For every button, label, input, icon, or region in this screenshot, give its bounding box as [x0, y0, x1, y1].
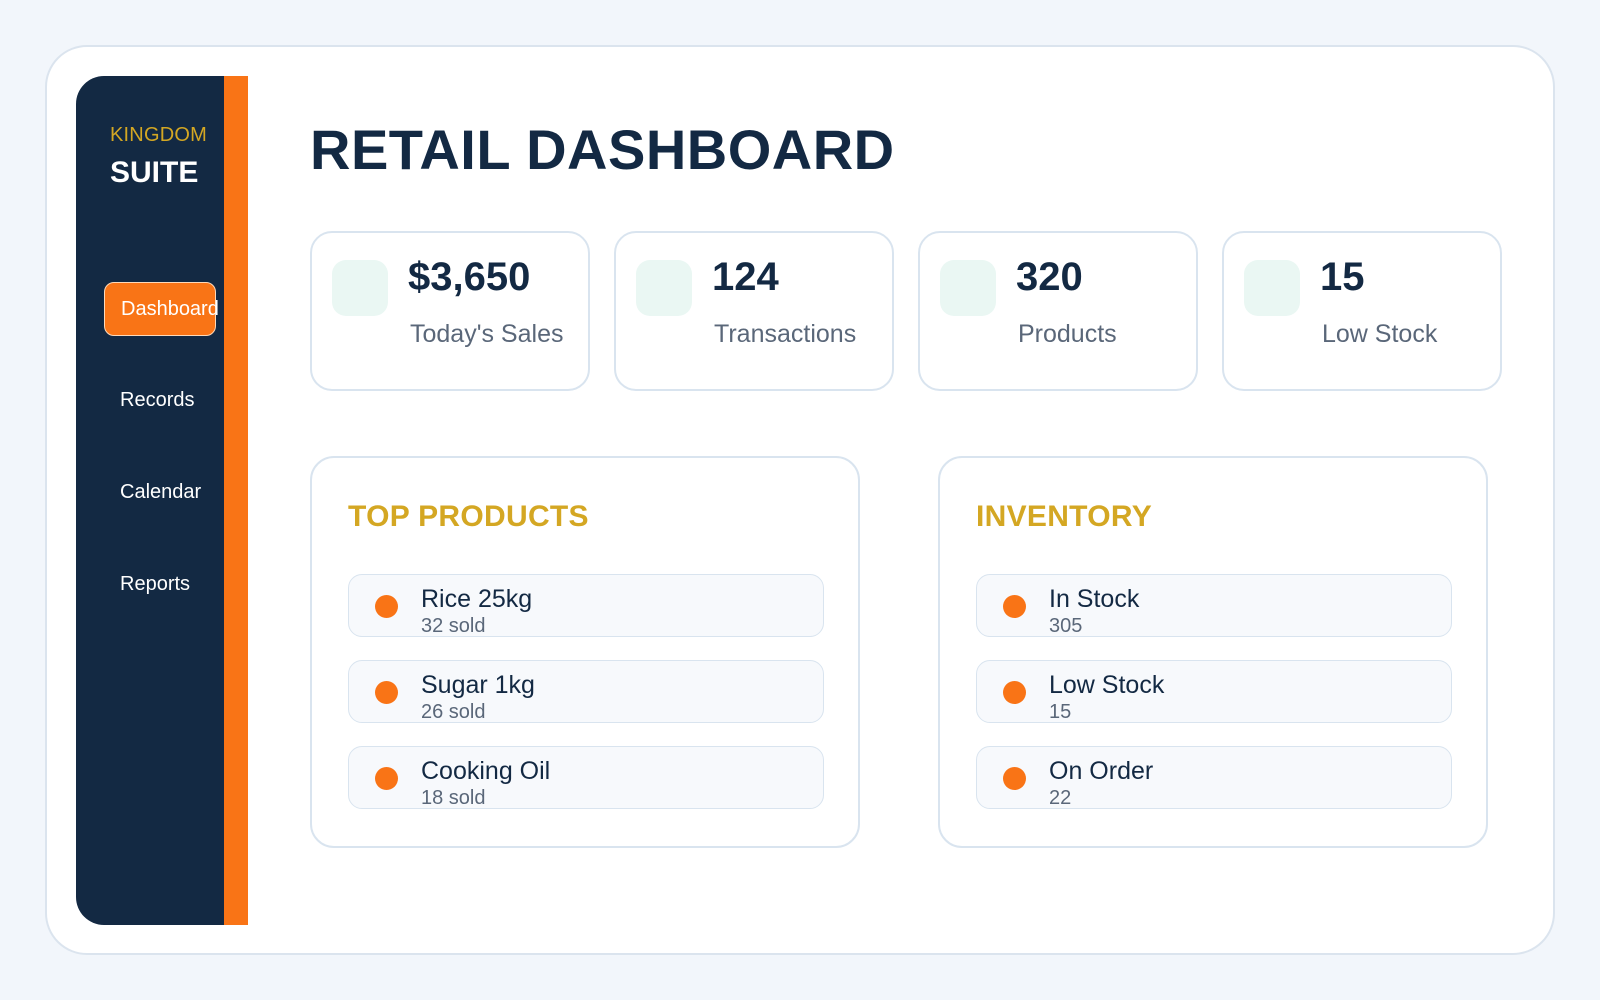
brand-name-top: KINGDOM: [110, 124, 207, 146]
stat-value: 15: [1320, 255, 1365, 299]
bullet-dot-icon: [375, 767, 398, 790]
stat-card-low-stock: 15 Low Stock: [1222, 231, 1502, 391]
stat-card-transactions: 124 Transactions: [614, 231, 894, 391]
stat-label: Products: [1018, 320, 1117, 348]
stat-label: Transactions: [714, 320, 857, 348]
item-name: Low Stock: [1049, 671, 1165, 699]
sidebar-item-dashboard[interactable]: Dashboard: [104, 282, 219, 336]
stat-label: Today's Sales: [410, 320, 564, 348]
stat-value: 124: [712, 255, 779, 299]
list-item[interactable]: Low Stock 15: [976, 660, 1452, 723]
stat-value: 320: [1016, 255, 1083, 299]
sales-icon: [332, 260, 388, 316]
list-item[interactable]: In Stock 305: [976, 574, 1452, 637]
item-name: Cooking Oil: [421, 757, 551, 785]
bullet-dot-icon: [1003, 767, 1026, 790]
item-detail: 32 sold: [421, 615, 486, 637]
stat-label: Low Stock: [1322, 320, 1438, 348]
bullet-dot-icon: [1003, 681, 1026, 704]
item-name: On Order: [1049, 757, 1154, 785]
stat-value: $3,650: [408, 255, 531, 299]
bullet-dot-icon: [1003, 595, 1026, 618]
bullet-dot-icon: [375, 595, 398, 618]
item-detail: 15: [1049, 701, 1072, 723]
item-name: Rice 25kg: [421, 585, 533, 613]
transactions-icon: [636, 260, 692, 316]
sidebar-accent-stripe: [224, 76, 248, 925]
page-title: RETAIL DASHBOARD: [310, 118, 895, 181]
sidebar-item-label: Dashboard: [121, 297, 219, 320]
item-detail: 18 sold: [421, 787, 486, 809]
item-name: Sugar 1kg: [421, 671, 535, 699]
item-detail: 26 sold: [421, 701, 486, 723]
bullet-dot-icon: [375, 681, 398, 704]
list-item[interactable]: On Order 22: [976, 746, 1452, 809]
list-item[interactable]: Rice 25kg 32 sold: [348, 574, 824, 637]
item-detail: 22: [1049, 787, 1072, 809]
low-stock-icon: [1244, 260, 1300, 316]
products-icon: [940, 260, 996, 316]
list-item[interactable]: Cooking Oil 18 sold: [348, 746, 824, 809]
sidebar: KINGDOM SUITE Dashboard Records Calendar…: [76, 76, 248, 925]
sidebar-item-label: Calendar: [120, 480, 202, 503]
item-name: In Stock: [1049, 585, 1140, 613]
panel-title: INVENTORY: [976, 500, 1153, 533]
inventory-panel: INVENTORY In Stock 305 Low Stock 15 On O…: [938, 456, 1488, 848]
list-item[interactable]: Sugar 1kg 26 sold: [348, 660, 824, 723]
sidebar-item-reports[interactable]: Reports: [104, 557, 224, 611]
item-detail: 305: [1049, 615, 1083, 637]
stat-card-products: 320 Products: [918, 231, 1198, 391]
sidebar-item-records[interactable]: Records: [104, 373, 224, 427]
sidebar-item-label: Reports: [120, 572, 191, 595]
brand-name-bottom: SUITE: [110, 156, 199, 189]
sidebar-item-calendar[interactable]: Calendar: [104, 465, 224, 519]
top-products-panel: TOP PRODUCTS Rice 25kg 32 sold Sugar 1kg…: [310, 456, 860, 848]
stat-card-sales: $3,650 Today's Sales: [310, 231, 590, 391]
sidebar-item-label: Records: [120, 388, 195, 411]
panel-title: TOP PRODUCTS: [348, 500, 589, 533]
